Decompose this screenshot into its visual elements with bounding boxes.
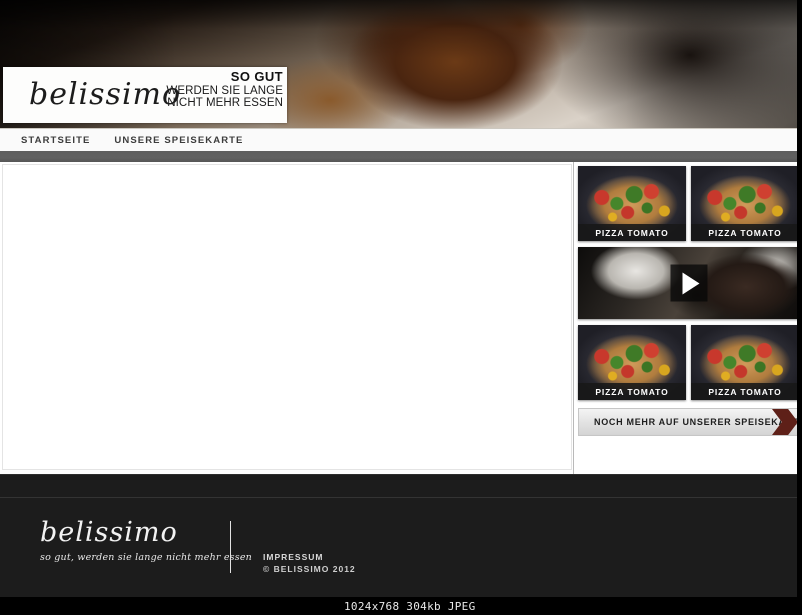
thumbnail-caption: PIZZA TOMATO: [578, 224, 686, 241]
thumbnail-pizza-2[interactable]: PIZZA TOMATO: [691, 166, 799, 241]
thumbnail-pizza-4[interactable]: PIZZA TOMATO: [691, 325, 799, 400]
footer-vertical-separator: [230, 521, 231, 573]
content-sidebar-divider: [573, 162, 574, 474]
play-icon: [682, 272, 699, 294]
footer-copyright: © BELISSIMO 2012: [263, 564, 356, 575]
play-button[interactable]: [670, 264, 707, 302]
nav-shadow-bar: [0, 151, 802, 162]
thumbnail-caption: PIZZA TOMATO: [578, 383, 686, 400]
webpage-screenshot: belissimo SO GUT WERDEN SIE LANGE NICHT …: [0, 0, 802, 597]
thumbnail-pizza-1[interactable]: PIZZA TOMATO: [578, 166, 686, 241]
tagline-line-3: NICHT MEHR ESSEN: [167, 97, 283, 110]
more-menu-button[interactable]: NOCH MEHR AUF UNSERER SPEISEKARTE: [578, 408, 799, 436]
thumbnail-row-top: PIZZA TOMATO PIZZA TOMATO: [578, 166, 799, 241]
nav-item-startseite[interactable]: STARTSEITE: [21, 135, 90, 146]
sidebar: PIZZA TOMATO PIZZA TOMATO PIZZA TOMATO P…: [578, 166, 799, 471]
footer-brand-block: belissimo so gut, werden sie lange nicht…: [40, 517, 252, 563]
tagline-line-2: WERDEN SIE LANGE: [166, 84, 283, 97]
header-tagline: SO GUT WERDEN SIE LANGE NICHT MEHR ESSEN: [166, 69, 283, 110]
main-navigation: STARTSEITE UNSERE SPEISEKARTE: [0, 128, 802, 152]
footer-divider-line: [0, 497, 802, 498]
image-viewer: belissimo SO GUT WERDEN SIE LANGE NICHT …: [0, 0, 802, 615]
footer-links: IMPRESSUM © BELISSIMO 2012: [263, 551, 356, 576]
footer-link-impressum[interactable]: IMPRESSUM: [263, 551, 356, 563]
thumbnail-caption: PIZZA TOMATO: [691, 224, 799, 241]
footer-logo: belissimo: [40, 517, 178, 548]
content-region: PIZZA TOMATO PIZZA TOMATO PIZZA TOMATO P…: [0, 162, 802, 474]
video-player[interactable]: [578, 247, 799, 319]
main-content-area: [2, 164, 572, 470]
more-menu-label: NOCH MEHR AUF UNSERER SPEISEKARTE: [594, 417, 799, 427]
brand-logo[interactable]: belissimo: [29, 80, 181, 110]
nav-item-unsere-speisekarte[interactable]: UNSERE SPEISEKARTE: [114, 135, 243, 146]
thumbnail-row-bottom: PIZZA TOMATO PIZZA TOMATO: [578, 325, 799, 400]
site-footer: belissimo so gut, werden sie lange nicht…: [0, 474, 802, 597]
site-header-bar: belissimo SO GUT WERDEN SIE LANGE NICHT …: [3, 67, 287, 123]
footer-tagline: so gut, werden sie lange nicht mehr esse…: [40, 552, 252, 563]
page-right-edge: [797, 0, 802, 597]
image-info-text: 1024x768 304kb JPEG: [344, 599, 476, 613]
viewer-status-bar: 1024x768 304kb JPEG: [0, 597, 802, 615]
thumbnail-pizza-3[interactable]: PIZZA TOMATO: [578, 325, 686, 400]
tagline-line-1: SO GUT: [230, 69, 283, 84]
thumbnail-caption: PIZZA TOMATO: [691, 383, 799, 400]
footer-content: belissimo so gut, werden sie lange nicht…: [40, 519, 356, 576]
